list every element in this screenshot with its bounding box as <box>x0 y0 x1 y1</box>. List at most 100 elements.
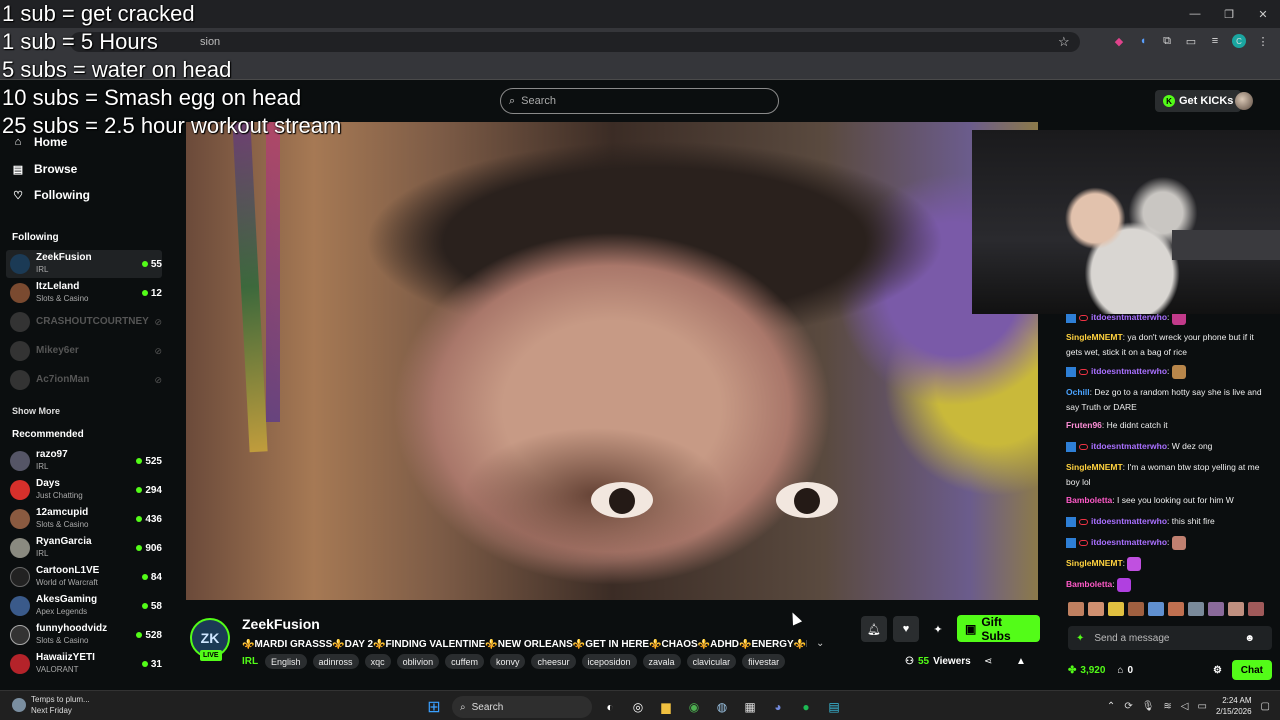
maximize-icon[interactable]: ❐ <box>1212 0 1246 28</box>
chevron-up-icon[interactable]: ⌃ <box>1107 701 1115 712</box>
bookmark-star-icon[interactable]: ☆ <box>1058 34 1070 50</box>
search-box[interactable]: ⌕ <box>500 88 779 114</box>
sidebar-channel-12amcupid[interactable]: 12amcupid Slots & Casino 436 <box>6 505 162 533</box>
chat-username[interactable]: Bamboletta <box>1066 579 1112 589</box>
clock[interactable]: 2:24 AM 2/15/2026 <box>1216 695 1252 717</box>
emote-icon[interactable] <box>1168 602 1184 616</box>
tag[interactable]: adinross <box>312 654 359 669</box>
chat-username[interactable]: SingleMNEMT <box>1066 332 1123 342</box>
nav-following[interactable]: ♡ Following <box>12 185 90 205</box>
tag[interactable]: fiivestar <box>742 654 786 669</box>
tag[interactable]: xqc <box>364 654 391 669</box>
puzzle-icon[interactable]: ⧉ <box>1160 34 1174 48</box>
notepad-icon[interactable]: ▤ <box>824 697 844 717</box>
chat-send-button[interactable]: Chat <box>1231 660 1272 680</box>
battery-icon[interactable]: ▭ <box>1198 701 1207 712</box>
chat-username[interactable]: itdoesntmatterwho <box>1091 516 1167 526</box>
sidebar-channel-hawaiizyeti[interactable]: HawaiizYETI VALORANT 31 <box>6 650 162 678</box>
file-explorer-icon[interactable]: ▆ <box>656 697 676 717</box>
minimize-icon[interactable]: — <box>1178 0 1212 28</box>
gift-subs-button[interactable]: ▣ Gift Subs <box>957 615 1040 643</box>
tag[interactable]: cheesur <box>531 654 576 669</box>
emote-icon[interactable] <box>1088 602 1104 616</box>
chat-input-box[interactable]: ✦ ☻ <box>1068 626 1272 650</box>
chat-username[interactable]: itdoesntmatterwho <box>1091 366 1167 376</box>
windows-start-icon[interactable]: ⊞ <box>424 697 444 717</box>
points-count[interactable]: 3,920 <box>1080 665 1105 676</box>
report-icon[interactable]: ▲ <box>1016 656 1026 667</box>
user-avatar[interactable] <box>1235 92 1253 110</box>
notification-bell-button[interactable]: 🔔︎ <box>861 616 887 642</box>
sidebar-channel-cartoonl1ve[interactable]: CartoonL1VE World of Warcraft 84 <box>6 563 162 591</box>
emote-icon[interactable] <box>1248 602 1264 616</box>
wifi-icon[interactable]: ≋ <box>1163 701 1171 712</box>
settings-gear-icon[interactable]: ⚙ <box>1213 665 1222 676</box>
sidebar-channel-razo97[interactable]: razo97 IRL 525 <box>6 447 162 475</box>
get-kicks-button[interactable]: K Get KICKs <box>1155 90 1242 112</box>
streamer-name[interactable]: ZeekFusion <box>242 616 320 632</box>
stream-category[interactable]: IRL <box>242 656 258 667</box>
chat-input[interactable] <box>1094 632 1235 644</box>
weather-widget[interactable]: Temps to plum... Next Friday <box>12 694 90 716</box>
follow-button[interactable]: ♥ <box>893 616 919 642</box>
show-more-button[interactable]: Show More <box>12 406 60 416</box>
video-player[interactable] <box>186 122 1038 600</box>
media-icon[interactable]: ≡ <box>1208 34 1222 48</box>
store-count[interactable]: 0 <box>1127 665 1133 676</box>
tag[interactable]: zavala <box>642 654 681 669</box>
notification-icon[interactable]: ▢ <box>1261 701 1270 712</box>
app-icon[interactable]: ◎ <box>628 697 648 717</box>
sidebar-channel-days[interactable]: Days Just Chatting 294 <box>6 476 162 504</box>
sidebar-channel-zeekfusion[interactable]: ZeekFusion IRL 55 <box>6 250 162 278</box>
emote-icon[interactable] <box>1188 602 1204 616</box>
emote-icon[interactable] <box>1208 602 1224 616</box>
discord-icon[interactable]: ◕ <box>768 697 788 717</box>
sidebar-channel-funnyhoodvidz[interactable]: funnyhoodvidz Slots & Casino 528 <box>6 621 162 649</box>
profile-icon[interactable]: C <box>1232 34 1246 48</box>
sparkle-icon[interactable]: ✦ <box>1076 633 1084 644</box>
menu-dots-icon[interactable]: ⋮ <box>1256 34 1270 48</box>
sidebar-channel-ac7ionman[interactable]: Ac7ionMan ⊘ <box>6 366 162 394</box>
clip-button[interactable]: ✦ <box>925 616 951 642</box>
nav-browse[interactable]: ▤ Browse <box>12 159 78 179</box>
search-input[interactable] <box>521 95 762 107</box>
volume-icon[interactable]: ◁ <box>1181 701 1189 712</box>
chrome-icon[interactable]: ◉ <box>684 697 704 717</box>
chat-username[interactable]: Bamboletta <box>1066 495 1112 505</box>
mic-icon[interactable]: 🎙︎ <box>1142 701 1155 712</box>
app-icon[interactable]: ◐ <box>600 697 620 717</box>
chat-username[interactable]: Fruten96 <box>1066 420 1102 430</box>
chat-username[interactable]: SingleMNEMT <box>1066 462 1123 472</box>
emote-icon[interactable] <box>1148 602 1164 616</box>
sidebar-channel-akesgaming[interactable]: AkesGaming Apex Legends 58 <box>6 592 162 620</box>
tag[interactable]: oblivion <box>396 654 440 669</box>
tag[interactable]: konvy <box>489 654 526 669</box>
spotify-icon[interactable]: ● <box>796 697 816 717</box>
emote-icon[interactable] <box>1228 602 1244 616</box>
emote-icon[interactable] <box>1108 602 1124 616</box>
app-icon[interactable]: ▦ <box>740 697 760 717</box>
emote-icon[interactable] <box>1128 602 1144 616</box>
chat-username[interactable]: itdoesntmatterwho <box>1091 441 1167 451</box>
extension-icon[interactable]: ◆ <box>1112 34 1126 48</box>
extension-icon[interactable]: ◖ <box>1136 34 1150 48</box>
emote-icon[interactable] <box>1068 602 1084 616</box>
chat-username[interactable]: itdoesntmatterwho <box>1091 537 1167 547</box>
emoji-icon[interactable]: ☻ <box>1244 633 1255 644</box>
chat-username[interactable]: Ochill <box>1066 387 1090 397</box>
sidebar-channel-crashoutcourtney[interactable]: CRASHOUTCOURTNEY ⊘ <box>6 308 162 336</box>
taskbar-search[interactable]: ⌕ Search <box>452 696 592 718</box>
tag[interactable]: cuffem <box>445 654 484 669</box>
tray-app-icon[interactable]: ⟳ <box>1124 701 1132 712</box>
cast-icon[interactable]: ▭ <box>1184 34 1198 48</box>
close-icon[interactable]: ✕ <box>1246 0 1280 28</box>
chat-username[interactable]: SingleMNEMT <box>1066 558 1123 568</box>
share-icon[interactable]: ⋖ <box>984 656 992 667</box>
sidebar-channel-ryangarcia[interactable]: RyanGarcia IRL 906 <box>6 534 162 562</box>
tag[interactable]: English <box>265 654 307 669</box>
steam-icon[interactable]: ◍ <box>712 697 732 717</box>
sidebar-channel-itzleland[interactable]: ItzLeland Slots & Casino 12 <box>6 279 162 307</box>
chevron-down-icon[interactable]: ⌄ <box>816 638 824 649</box>
tag[interactable]: clavicular <box>686 654 737 669</box>
sidebar-channel-mikey6er[interactable]: Mikey6er ⊘ <box>6 337 162 365</box>
